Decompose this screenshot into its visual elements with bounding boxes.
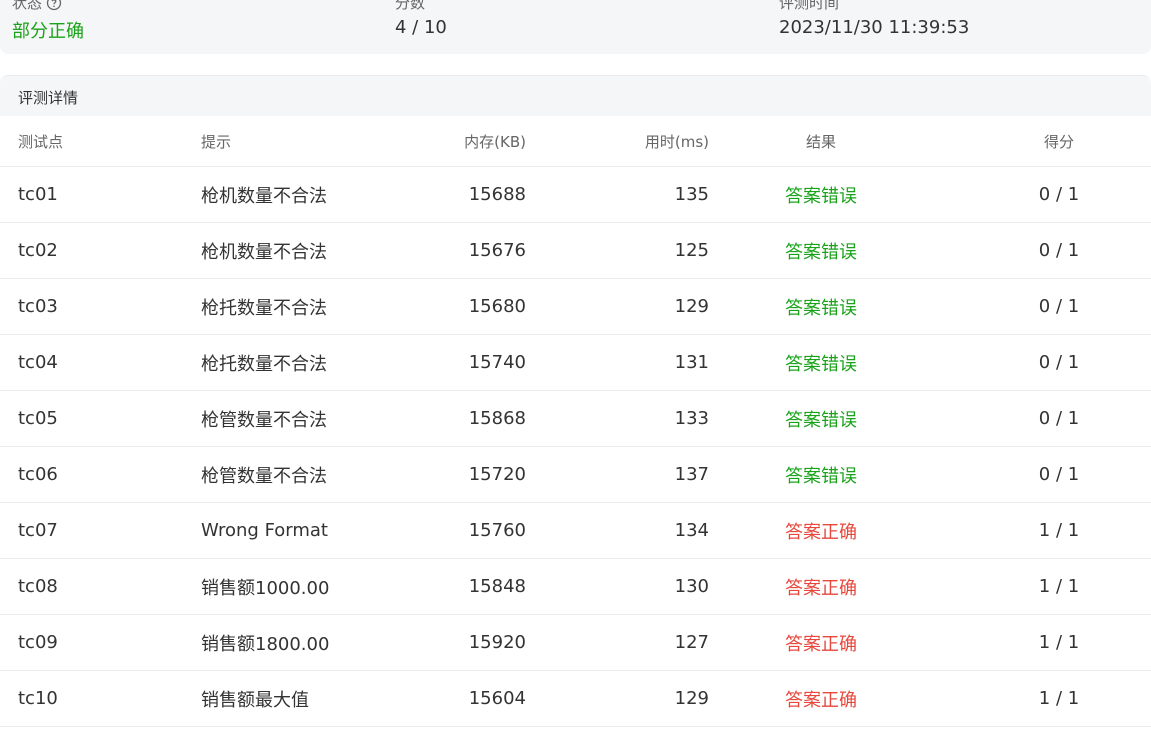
hint-cell: 枪机数量不合法 — [201, 241, 327, 263]
time-cell: 129 — [674, 296, 709, 317]
result-cell: 答案正确 — [785, 633, 857, 655]
score-cell: 0 / 1 — [1038, 352, 1080, 373]
testcase-cell: tc02 — [18, 240, 58, 261]
time-cell: 127 — [674, 632, 709, 653]
testcase-cell: tc03 — [18, 296, 58, 317]
score-cell: 1 / 1 — [1038, 520, 1080, 541]
hint-cell: 销售额1000.00 — [201, 577, 330, 599]
table-row: tc09 销售额1800.00 15920 127 答案正确 1 / 1 — [0, 615, 1151, 671]
time-cell: 135 — [674, 184, 709, 205]
testcase-cell: tc06 — [18, 464, 58, 485]
status-label-wrap: 状态 — [12, 0, 62, 13]
hint-cell: 枪托数量不合法 — [201, 353, 327, 375]
testcase-cell: tc10 — [18, 688, 58, 709]
testcase-cell: tc04 — [18, 352, 58, 373]
panel-title: 评测详情 — [18, 89, 79, 107]
time-cell: 131 — [674, 352, 709, 373]
column-header-score: 得分 — [1043, 132, 1074, 151]
panel-header: 评测详情 — [0, 76, 1151, 116]
memory-cell: 15920 — [468, 632, 526, 653]
table-row: tc05 枪管数量不合法 15868 133 答案错误 0 / 1 — [0, 391, 1151, 447]
result-cell: 答案错误 — [785, 353, 857, 375]
judge-time-value: 2023/11/30 11:39:53 — [779, 17, 970, 38]
time-cell: 137 — [674, 464, 709, 485]
table-row: tc03 枪托数量不合法 15680 129 答案错误 0 / 1 — [0, 279, 1151, 335]
judge-time-label: 评测时间 — [779, 0, 840, 12]
table-row: tc01 枪机数量不合法 15688 135 答案错误 0 / 1 — [0, 167, 1151, 223]
result-cell: 答案错误 — [785, 241, 857, 263]
score-value: 4 / 10 — [395, 17, 447, 38]
time-cell: 133 — [674, 408, 709, 429]
score-cell: 1 / 1 — [1038, 632, 1080, 653]
table-header-row: 测试点 提示 内存(KB) 用时(ms) 结果 得分 — [0, 116, 1151, 167]
result-cell: 答案正确 — [785, 521, 857, 543]
table-row: tc06 枪管数量不合法 15720 137 答案错误 0 / 1 — [0, 447, 1151, 503]
memory-cell: 15680 — [468, 296, 526, 317]
table-row: tc07 Wrong Format 15760 134 答案正确 1 / 1 — [0, 503, 1151, 559]
score-cell: 0 / 1 — [1038, 408, 1080, 429]
testcase-cell: tc09 — [18, 632, 58, 653]
testcase-cell: tc05 — [18, 408, 58, 429]
memory-cell: 15740 — [468, 352, 526, 373]
result-cell: 答案正确 — [785, 577, 857, 599]
memory-cell: 15848 — [468, 576, 526, 597]
hint-cell: 枪机数量不合法 — [201, 185, 327, 207]
table-row: tc08 销售额1000.00 15848 130 答案正确 1 / 1 — [0, 559, 1151, 615]
result-cell: 答案错误 — [785, 297, 857, 319]
result-cell: 答案错误 — [785, 465, 857, 487]
column-header-time: 用时(ms) — [644, 132, 709, 151]
result-cell: 答案正确 — [785, 689, 857, 711]
hint-cell: Wrong Format — [201, 520, 328, 541]
result-cell: 答案错误 — [785, 409, 857, 431]
hint-cell: 枪管数量不合法 — [201, 409, 327, 431]
memory-cell: 15604 — [468, 688, 526, 709]
question-circle-icon[interactable] — [46, 0, 62, 11]
memory-cell: 15688 — [468, 184, 526, 205]
hint-cell: 枪管数量不合法 — [201, 465, 327, 487]
column-header-memory: 内存(KB) — [464, 132, 526, 151]
score-label: 分数 — [395, 0, 426, 12]
judge-details-panel: 评测详情 测试点 提示 内存(KB) 用时(ms) 结果 得分 tc01 枪机数量… — [0, 75, 1151, 731]
memory-cell: 15720 — [468, 464, 526, 485]
memory-cell: 15760 — [468, 520, 526, 541]
time-cell: 125 — [674, 240, 709, 261]
hint-cell: 销售额1800.00 — [201, 633, 330, 655]
column-header-result: 结果 — [805, 132, 836, 151]
memory-cell: 15676 — [468, 240, 526, 261]
table-row: tc10 销售额最大值 15604 129 答案正确 1 / 1 — [0, 671, 1151, 727]
score-cell: 1 / 1 — [1038, 576, 1080, 597]
score-cell: 0 / 1 — [1038, 240, 1080, 261]
testcase-cell: tc07 — [18, 520, 58, 541]
time-cell: 134 — [674, 520, 709, 541]
results-table: 测试点 提示 内存(KB) 用时(ms) 结果 得分 tc01 枪机数量不合法 15… — [0, 116, 1151, 727]
score-cell: 1 / 1 — [1038, 688, 1080, 709]
result-cell: 答案错误 — [785, 185, 857, 207]
table-row: tc04 枪托数量不合法 15740 131 答案错误 0 / 1 — [0, 335, 1151, 391]
score-cell: 0 / 1 — [1038, 184, 1080, 205]
score-cell: 0 / 1 — [1038, 464, 1080, 485]
hint-cell: 枪托数量不合法 — [201, 297, 327, 319]
testcase-cell: tc08 — [18, 576, 58, 597]
status-label: 状态 — [12, 0, 43, 12]
score-cell: 0 / 1 — [1038, 296, 1080, 317]
time-cell: 129 — [674, 688, 709, 709]
table-row: tc02 枪机数量不合法 15676 125 答案错误 0 / 1 — [0, 223, 1151, 279]
time-cell: 130 — [674, 576, 709, 597]
submission-summary: 状态 部分正确 分数 4 / 10 评测时间 2023/11/30 11:39:… — [0, 0, 1151, 54]
table-body: tc01 枪机数量不合法 15688 135 答案错误 0 / 1 tc02 枪机数量不合法 1… — [0, 167, 1151, 727]
memory-cell: 15868 — [468, 408, 526, 429]
column-header-testcase: 测试点 — [18, 132, 64, 151]
column-header-hint: 提示 — [201, 132, 232, 151]
status-value: 部分正确 — [12, 21, 84, 42]
hint-cell: 销售额最大值 — [201, 689, 309, 711]
testcase-cell: tc01 — [18, 184, 58, 205]
